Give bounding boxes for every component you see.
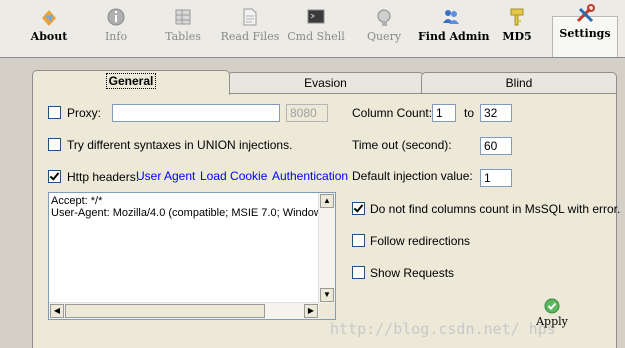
tab-general[interactable]: General [32,70,230,95]
about-icon [42,10,56,26]
toolbar-tables-label: Tables [165,30,201,43]
toolbar-read-files-button[interactable]: Read Files [218,4,282,56]
toolbar-settings-label: Settings [559,27,611,40]
checkmark-icon [544,298,560,314]
scroll-thumb[interactable] [65,304,265,318]
timeout-input[interactable] [480,137,512,155]
tab-evasion[interactable]: Evasion [227,72,424,95]
watermark: http://blog.csdn.net/ hps [330,320,556,338]
proxy-checkbox[interactable] [48,106,61,119]
no-find-columns-checkbox[interactable] [352,202,365,215]
toolbar-info-button[interactable]: Info [96,4,136,56]
headers-text: Accept: */* User-Agent: Mozilla/4.0 (com… [51,195,328,219]
proxy-port-input[interactable] [286,104,328,122]
toolbar-info-label: Info [104,30,128,43]
union-syntax-checkbox[interactable] [48,138,61,151]
apply-button[interactable]: Apply [530,298,574,332]
authentication-link[interactable]: Authentication [272,169,348,183]
default-injection-input[interactable] [480,169,512,187]
tools-icon [576,4,595,23]
scroll-down-icon[interactable]: ▼ [320,288,334,302]
load-cookie-link[interactable]: Load Cookie [200,169,267,183]
key-icon [510,8,524,26]
toolbar: About Info Tables Read Files Cmd Shell Q… [0,0,625,58]
toolbar-md5-button[interactable]: MD5 [500,4,534,56]
http-headers-checkbox[interactable] [48,170,61,183]
tables-icon [175,9,191,25]
headers-horizontal-scrollbar[interactable]: ◀ ▶ [49,302,319,319]
scrollbar-corner [319,303,335,319]
default-injection-label: Default injection value: [352,169,473,183]
follow-redirections-label: Follow redirections [370,234,471,248]
toolbar-cmd-shell-label: Cmd Shell [287,30,345,43]
headers-textarea[interactable]: Accept: */* User-Agent: Mozilla/4.0 (com… [48,192,336,320]
proxy-host-input[interactable] [112,104,280,122]
show-requests-checkbox[interactable] [352,266,365,279]
show-requests-label: Show Requests [370,266,455,280]
info-icon [107,8,125,26]
no-find-columns-label: Do not find columns count in MsSQL with … [370,202,621,216]
toolbar-separator [0,57,625,58]
apply-label: Apply [536,315,568,328]
file-icon [243,8,257,26]
scroll-up-icon[interactable]: ▲ [320,194,334,208]
column-count-from-input[interactable] [432,104,456,122]
tab-blind-label: Blind [505,76,533,90]
column-count-to-input[interactable] [480,104,512,122]
toolbar-about-label: About [30,30,68,43]
toolbar-read-files-label: Read Files [220,30,280,43]
scroll-right-icon[interactable]: ▶ [304,304,318,318]
proxy-label: Proxy: [67,106,102,120]
column-count-to-label: to [464,106,475,120]
tab-blind[interactable]: Blind [421,72,617,95]
toolbar-find-admin-button[interactable]: Find Admin [418,4,490,56]
query-icon [377,9,391,26]
terminal-icon [307,9,325,24]
toolbar-query-button[interactable]: Query [364,4,404,56]
users-icon [443,10,459,24]
toolbar-about-button[interactable]: About [26,4,72,56]
scroll-left-icon[interactable]: ◀ [50,304,64,318]
tab-evasion-label: Evasion [304,76,347,90]
toolbar-query-label: Query [366,30,402,43]
follow-redirections-checkbox[interactable] [352,234,365,247]
toolbar-md5-label: MD5 [502,30,532,43]
tab-general-label: General [105,73,157,89]
http-headers-label: Http headers: [67,170,140,184]
toolbar-find-admin-label: Find Admin [418,30,490,43]
toolbar-settings-button[interactable]: Settings [552,4,618,58]
toolbar-tables-button[interactable]: Tables [160,4,206,56]
timeout-label: Time out (second): [352,138,452,152]
toolbar-cmd-shell-button[interactable]: Cmd Shell [287,4,345,56]
column-count-label: Column Count: [352,106,433,120]
union-syntax-label: Try different syntaxes in UNION injectio… [67,138,293,152]
user-agent-link[interactable]: User Agent [136,169,195,183]
headers-vertical-scrollbar[interactable]: ▲ ▼ [318,193,335,303]
